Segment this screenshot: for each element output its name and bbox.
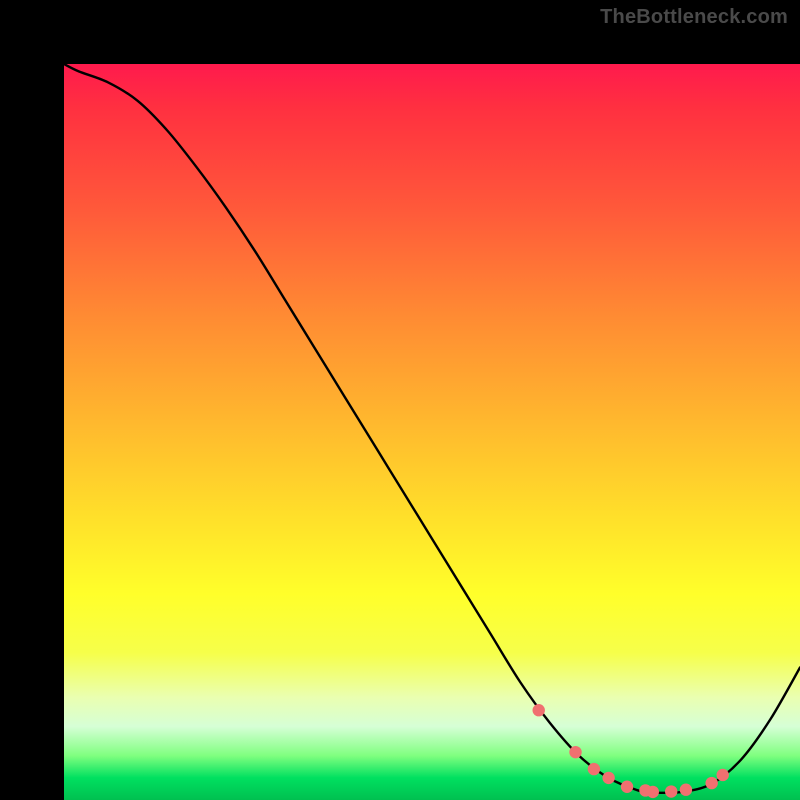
chart-frame: [0, 0, 800, 800]
plot-area: [64, 64, 800, 800]
marker-dot: [647, 786, 659, 798]
marker-dot: [680, 784, 692, 796]
bottleneck-curve: [64, 64, 800, 793]
marker-dot: [621, 781, 633, 793]
marker-dot: [533, 704, 545, 716]
watermark-text: TheBottleneck.com: [600, 6, 788, 29]
marker-dot: [717, 769, 729, 781]
curve-group: [64, 64, 800, 793]
marker-dot: [588, 763, 600, 775]
marker-dot: [602, 772, 614, 784]
marker-group: [533, 704, 729, 798]
marker-dot: [705, 777, 717, 789]
marker-dot: [665, 785, 677, 797]
marker-dot: [569, 746, 581, 758]
chart-svg: [64, 64, 800, 800]
